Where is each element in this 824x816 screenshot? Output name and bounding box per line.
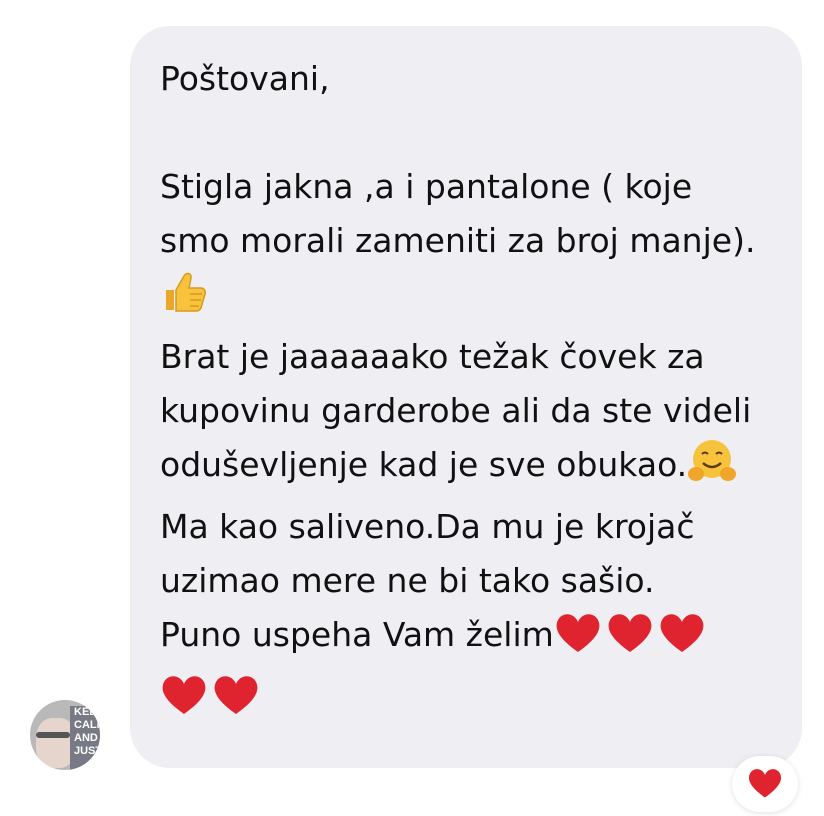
message-greeting: Poštovani, xyxy=(160,59,330,98)
red-heart-icon xyxy=(212,672,260,716)
paragraph-2b-text: Ma kao saliveno.Da mu je krojač uzimao m… xyxy=(160,507,695,600)
message-paragraph-2: Brat je jaaaaaako težak čovek za kupovin… xyxy=(160,330,772,608)
hearts-group-2 xyxy=(160,672,264,732)
message-paragraph-3: Puno uspeha Vam želim xyxy=(160,608,772,732)
sender-avatar[interactable]: KEEP CALM AND JUST xyxy=(30,700,100,770)
red-heart-icon xyxy=(606,610,654,654)
hearts-group-1 xyxy=(554,610,710,670)
reaction-badge[interactable] xyxy=(732,756,798,812)
message-paragraph-1: Stigla jakna ,a i pantalone ( koje smo m… xyxy=(160,160,772,330)
paragraph-3-text: Puno uspeha Vam želim xyxy=(160,615,554,654)
message-bubble[interactable]: Poštovani, Stigla jakna ,a i pantalone (… xyxy=(130,26,802,768)
red-heart-icon xyxy=(554,610,602,654)
paragraph-1-text: Stigla jakna ,a i pantalone ( koje smo m… xyxy=(160,167,756,260)
message-text: Poštovani, Stigla jakna ,a i pantalone (… xyxy=(160,52,772,732)
avatar-sign-text: KEEP CALM AND JUST xyxy=(70,706,100,770)
paragraph-2a-text: Brat je jaaaaaako težak čovek za kupovin… xyxy=(160,337,752,484)
red-heart-icon xyxy=(160,672,208,716)
red-heart-icon xyxy=(658,610,706,654)
hugging-face-icon xyxy=(687,438,737,500)
thumbs-up-icon xyxy=(160,268,208,330)
avatar-glasses xyxy=(36,732,70,738)
red-heart-reaction-icon xyxy=(747,766,783,803)
